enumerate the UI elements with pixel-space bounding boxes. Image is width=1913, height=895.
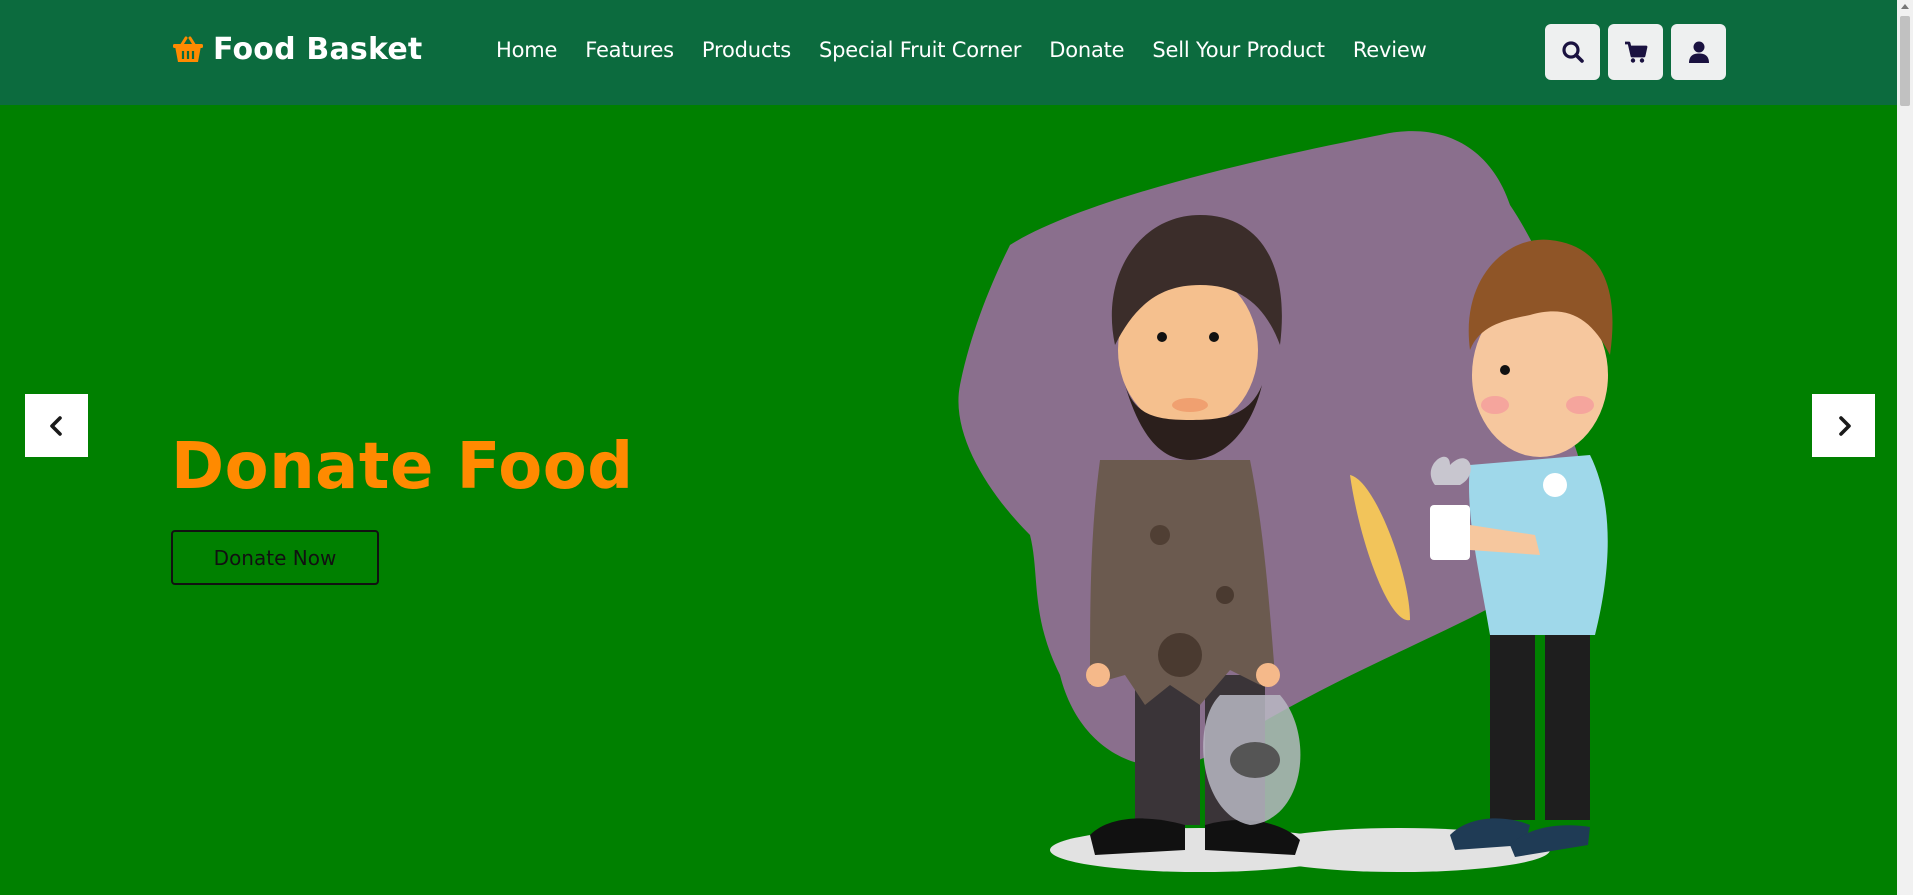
basket-icon [173, 36, 203, 62]
donation-illustration [958, 131, 1613, 872]
chevron-left-icon [49, 415, 62, 436]
header-actions [1545, 24, 1726, 80]
cart-icon [1624, 41, 1647, 63]
scroll-up-arrow-icon[interactable] [1901, 4, 1909, 9]
nav-donate[interactable]: Donate [1049, 38, 1124, 62]
cart-button[interactable] [1608, 24, 1663, 80]
slider-next-button[interactable] [1812, 394, 1875, 457]
search-icon [1561, 41, 1584, 63]
page-scrollbar[interactable] [1897, 0, 1913, 895]
search-button[interactable] [1545, 24, 1600, 80]
brand-logo[interactable]: Food Basket [171, 32, 422, 67]
nav-home[interactable]: Home [496, 38, 557, 62]
nav-products[interactable]: Products [702, 38, 791, 62]
user-button[interactable] [1671, 24, 1726, 80]
slider-prev-button[interactable] [25, 394, 88, 457]
hero-title: Donate Food [171, 430, 634, 504]
chevron-right-icon [1838, 415, 1851, 436]
nav-sell-your-product[interactable]: Sell Your Product [1152, 38, 1325, 62]
scrollbar-thumb[interactable] [1900, 16, 1910, 106]
main-nav: Home Features Products Special Fruit Cor… [496, 38, 1427, 62]
site-header: Food Basket Home Features Products Speci… [0, 0, 1897, 105]
nav-special-fruit-corner[interactable]: Special Fruit Corner [819, 38, 1021, 62]
nav-features[interactable]: Features [585, 38, 674, 62]
nav-review[interactable]: Review [1353, 38, 1427, 62]
brand-name: Food Basket [213, 32, 423, 67]
hero-slider: Donate Food Donate Now [0, 105, 1897, 895]
user-icon [1688, 41, 1709, 63]
donate-now-button[interactable]: Donate Now [171, 530, 379, 585]
